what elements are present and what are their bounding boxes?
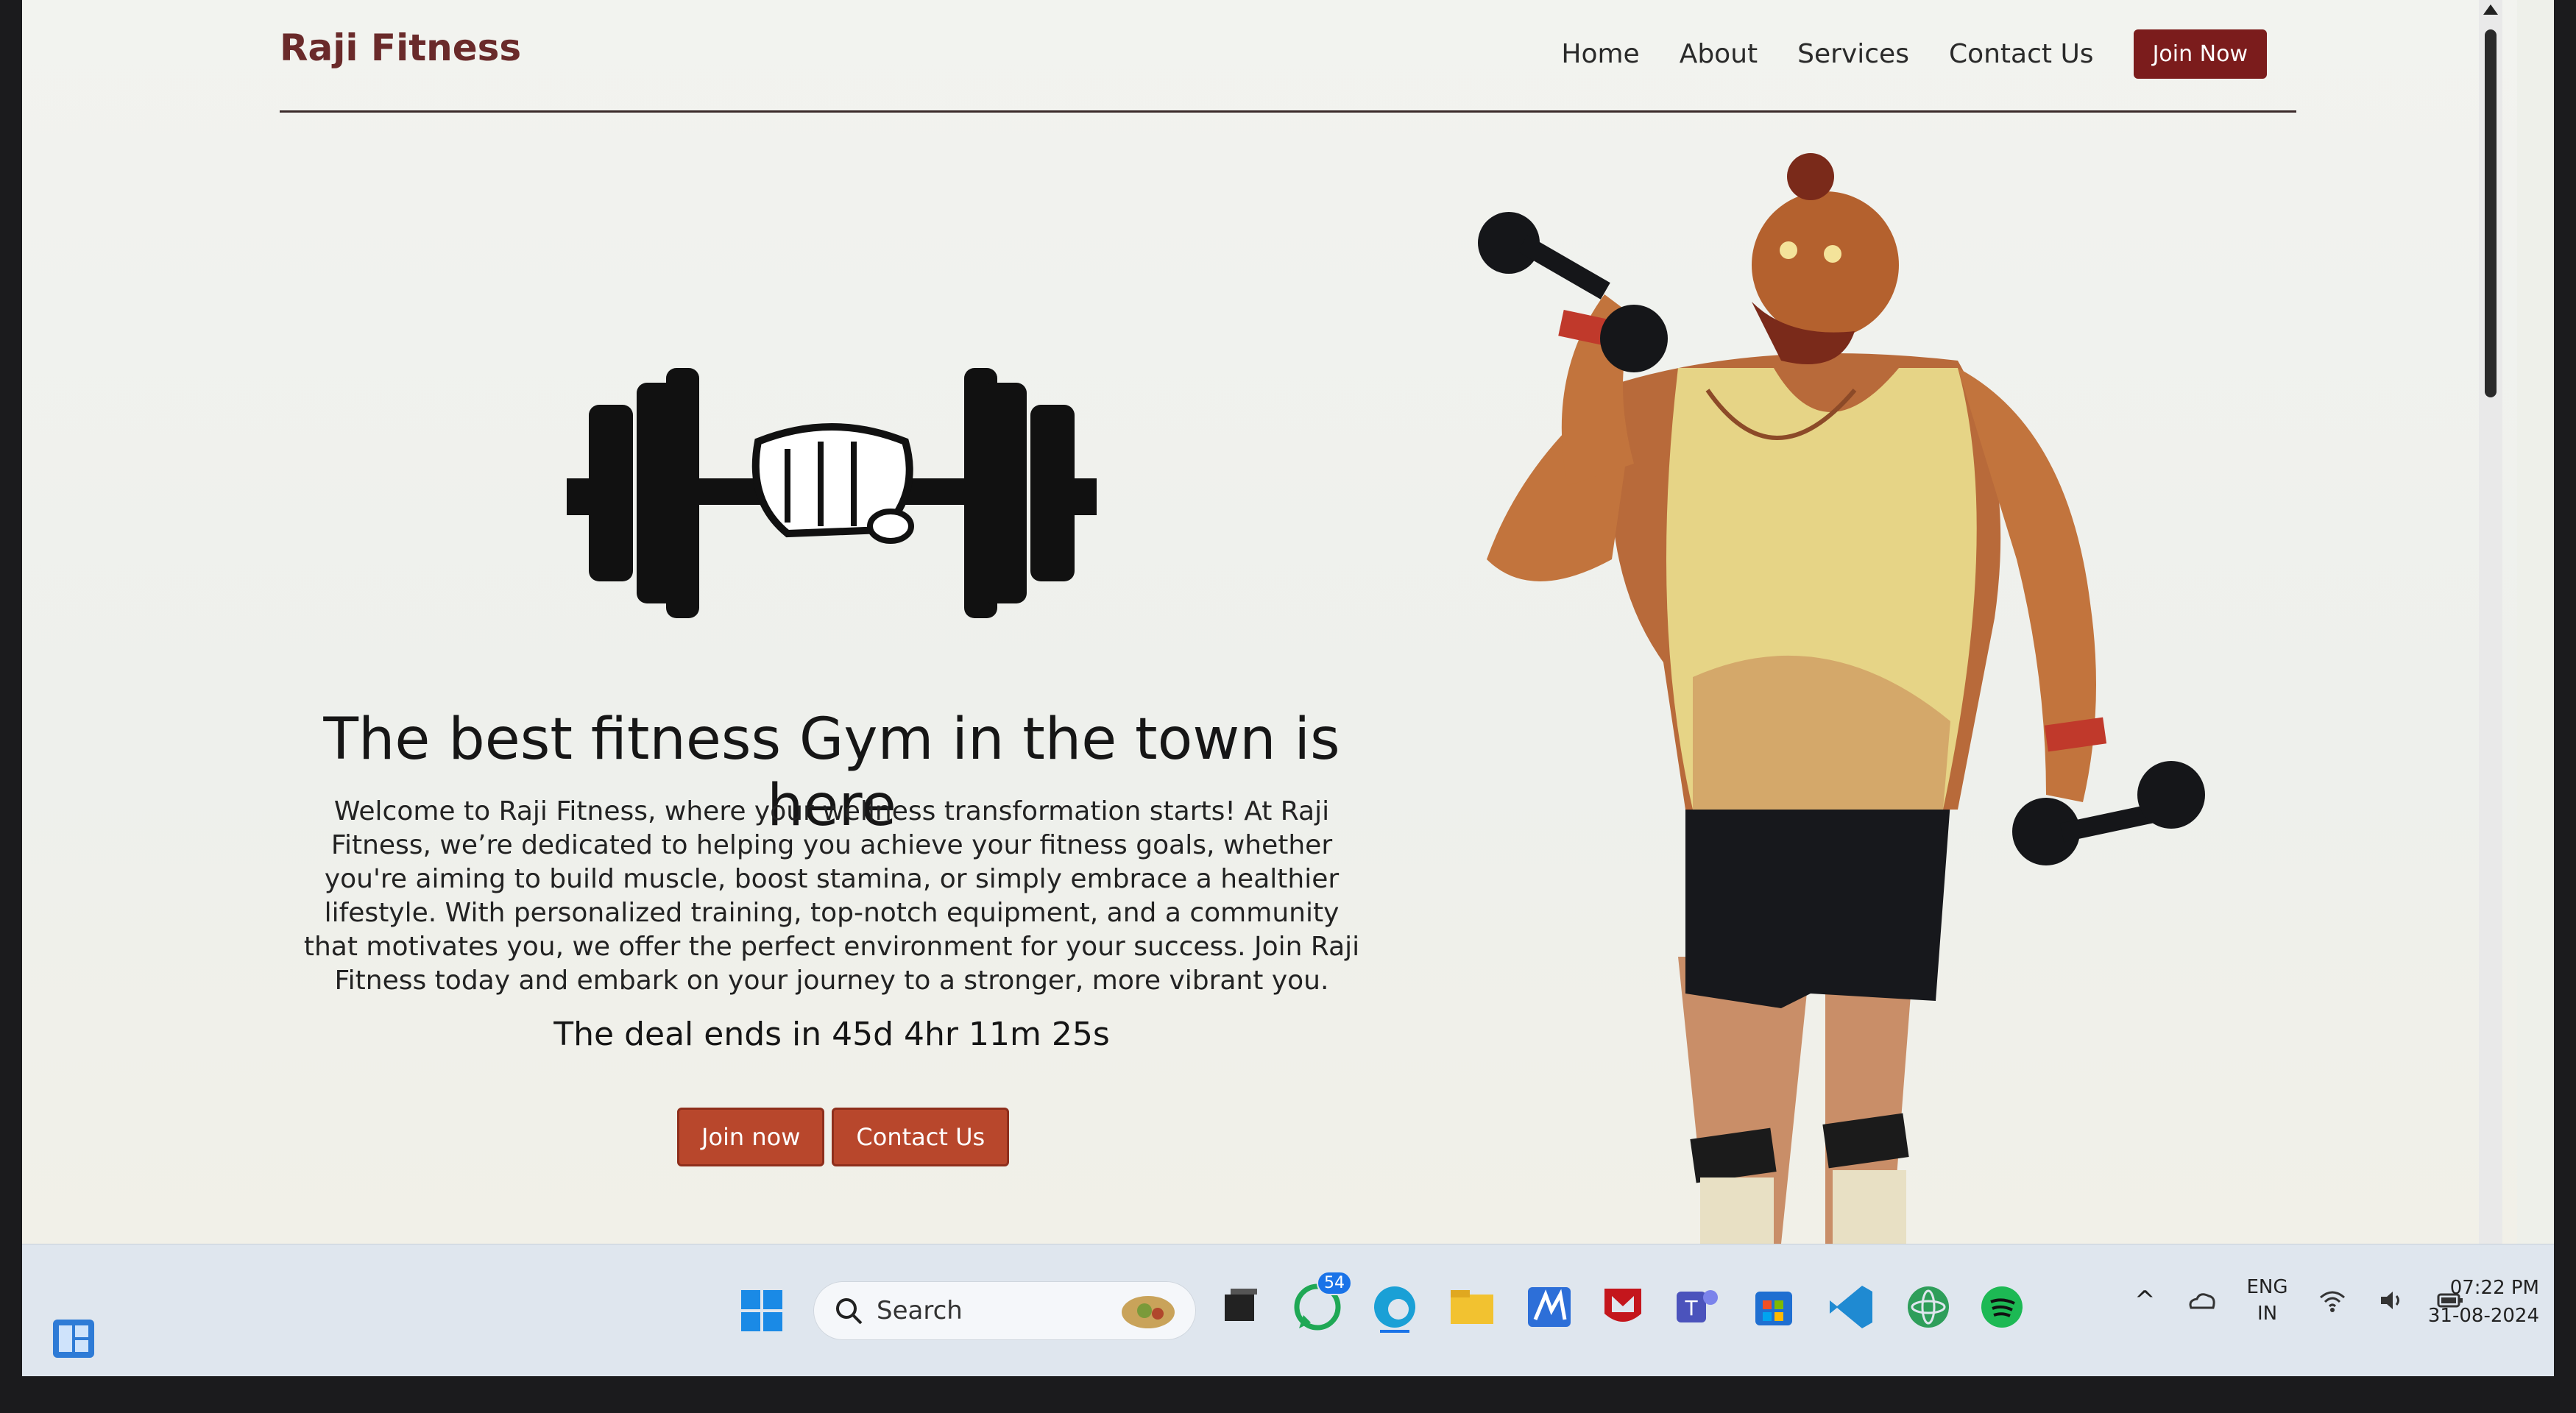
clock-time: 07:22 PM — [2449, 1277, 2539, 1299]
clock-date: 31-08-2024 — [2427, 1305, 2539, 1327]
join-now-cta-button[interactable]: Join now — [677, 1108, 825, 1166]
deal-countdown: The deal ends in 45d 4hr 11m 25s — [553, 1016, 1110, 1053]
mcafee-icon[interactable] — [1597, 1281, 1649, 1333]
hero-description: Welcome to Raji Fitness, where your well… — [303, 796, 1360, 996]
scroll-up-arrow-icon[interactable] — [2483, 4, 2498, 15]
taskbar-clock[interactable]: 07:22 PM 31-08-2024 — [2428, 1274, 2539, 1330]
spotify-icon[interactable] — [1976, 1281, 2028, 1333]
windows-start-icon[interactable] — [740, 1289, 784, 1333]
search-icon — [836, 1298, 863, 1325]
navbar: Raji Fitness Home About Services Contact… — [280, 0, 2296, 113]
nav-services[interactable]: Services — [1797, 39, 1909, 69]
athlete-illustration — [1478, 153, 2205, 1244]
task-view-icon[interactable] — [1214, 1281, 1266, 1333]
search-label: Search — [877, 1296, 963, 1325]
contact-us-cta-button[interactable]: Contact Us — [832, 1108, 1010, 1166]
store-icon[interactable] — [1748, 1281, 1800, 1333]
whatsapp-badge: 54 — [1317, 1271, 1352, 1295]
svg-text:T: T — [1684, 1296, 1698, 1320]
page-scrollbar[interactable] — [2479, 0, 2502, 1244]
nav-contact-us[interactable]: Contact Us — [1949, 39, 2094, 69]
nav-home[interactable]: Home — [1561, 39, 1639, 69]
dumbbell-icon — [567, 368, 1097, 618]
show-hidden-icons-chevron-icon[interactable]: ^ — [2134, 1286, 2156, 1315]
onedrive-icon[interactable] — [2185, 1284, 2218, 1317]
wifi-icon[interactable] — [2318, 1286, 2347, 1315]
cta-buttons: Join now Contact Us — [677, 1108, 1010, 1166]
widgets-icon[interactable] — [52, 1318, 96, 1359]
webpage: Raji Fitness Home About Services Contact… — [22, 0, 2517, 1244]
nav-links: Home About Services Contact Us Join Now — [1561, 29, 2267, 79]
windows-taskbar: Search 54 T ^ ENG IN 07:22 PM 31-08-2024 — [22, 1244, 2554, 1376]
volume-icon[interactable] — [2377, 1286, 2406, 1315]
vscode-icon[interactable] — [1825, 1281, 1877, 1333]
atom-icon[interactable] — [1903, 1281, 1954, 1333]
app-blue-icon[interactable] — [1524, 1281, 1575, 1333]
language-code: ENG — [2246, 1276, 2288, 1298]
nav-about[interactable]: About — [1680, 39, 1758, 69]
scroll-thumb[interactable] — [2485, 29, 2497, 397]
region-code: IN — [2257, 1303, 2278, 1325]
file-explorer-icon[interactable] — [1446, 1281, 1498, 1333]
whatsapp-app[interactable]: 54 — [1292, 1271, 1352, 1333]
language-indicator[interactable]: ENG IN — [2247, 1274, 2288, 1327]
system-tray: ^ ENG IN — [2134, 1274, 2465, 1327]
taskbar-search[interactable]: Search — [813, 1281, 1196, 1340]
teams-icon[interactable]: T — [1671, 1281, 1722, 1333]
join-now-button[interactable]: Join Now — [2133, 29, 2267, 79]
edge-icon[interactable] — [1369, 1281, 1420, 1333]
brand-logo[interactable]: Raji Fitness — [280, 26, 521, 69]
search-highlight-icon — [1122, 1296, 1175, 1328]
monitor-screen: Raji Fitness Home About Services Contact… — [22, 0, 2554, 1376]
